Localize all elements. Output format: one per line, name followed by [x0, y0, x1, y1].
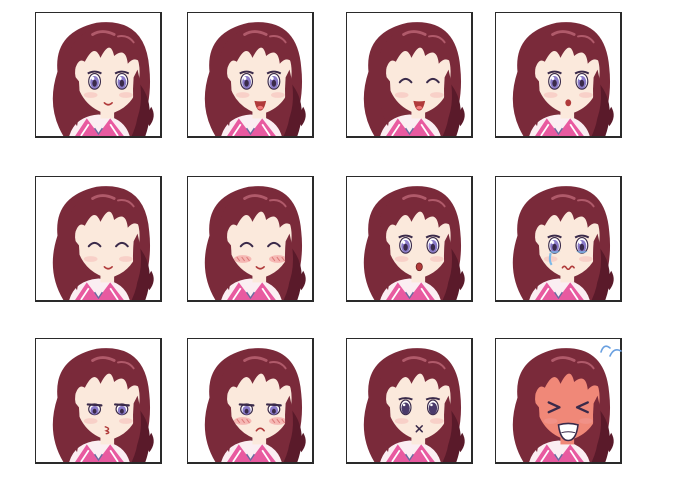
chibi-face-blank-x-mouth	[363, 348, 465, 462]
expression-panel-pout	[35, 338, 162, 464]
chibi-face-pout	[52, 348, 154, 462]
chibi-face-oh	[363, 186, 465, 300]
chibi-face-teary	[512, 186, 614, 300]
chibi-face-smile	[52, 22, 154, 136]
expression-panel-content-blush	[187, 176, 314, 302]
chibi-face-wink	[52, 186, 154, 300]
expression-panel-oh	[346, 176, 473, 302]
expression-panel-laugh-eyes-closed	[346, 12, 473, 138]
expression-sheet	[0, 0, 680, 481]
chibi-face-annoyed-blush	[204, 348, 306, 462]
expression-panel-surprised-small	[495, 12, 622, 138]
expression-panel-wink	[35, 176, 162, 302]
chibi-face-happy-open-mouth	[204, 22, 306, 136]
expression-panel-teary	[495, 176, 622, 302]
chibi-face-surprised-small	[512, 22, 614, 136]
expression-panel-annoyed-blush	[187, 338, 314, 464]
sweat-mark-icon	[600, 345, 622, 357]
chibi-face-content-blush	[204, 186, 306, 300]
chibi-face-laugh-eyes-closed	[363, 22, 465, 136]
expression-panel-happy-open-mouth	[187, 12, 314, 138]
expression-panel-smile	[35, 12, 162, 138]
expression-panel-blank-x-mouth	[346, 338, 473, 464]
